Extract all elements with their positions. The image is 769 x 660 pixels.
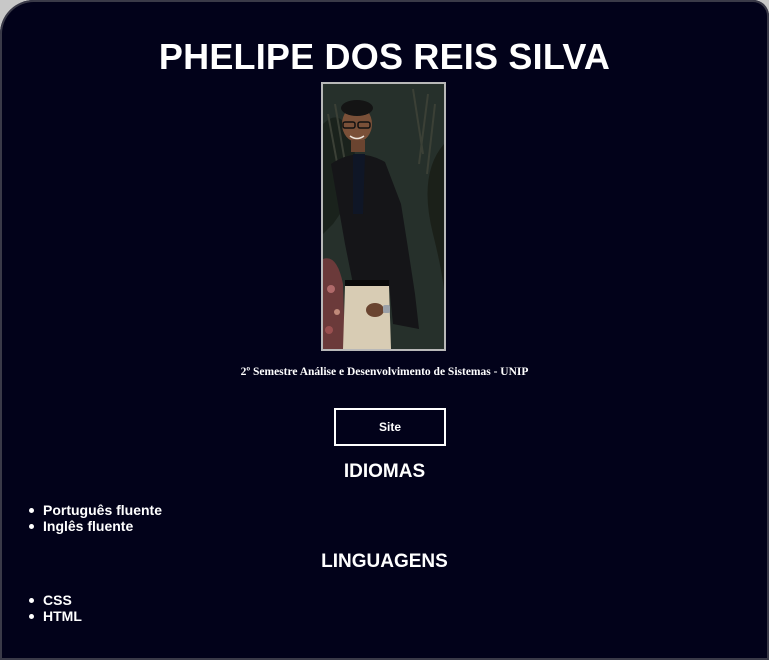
- section-title-idiomas: IDIOMAS: [343, 461, 426, 482]
- section-title-linguagens: LINGUAGENS: [321, 551, 448, 572]
- person-photo-icon: [323, 84, 444, 349]
- list-item: Inglês fluente: [27, 518, 162, 534]
- course-info: 2º Semestre Análise e Desenvolvimento de…: [240, 366, 529, 378]
- list-item: HTML: [27, 608, 82, 624]
- page-title: PHELIPE DOS REIS SILVA: [158, 36, 611, 77]
- linguagens-list: CSS HTML: [27, 592, 82, 624]
- resume-page: PHELIPE DOS REIS SILVA 2º Semestre Análi…: [0, 0, 769, 660]
- list-item: CSS: [27, 592, 82, 608]
- idiomas-list: Português fluente Inglês fluente: [27, 502, 162, 534]
- list-item: Português fluente: [27, 502, 162, 518]
- profile-photo: [321, 82, 446, 351]
- site-button[interactable]: Site: [334, 408, 446, 446]
